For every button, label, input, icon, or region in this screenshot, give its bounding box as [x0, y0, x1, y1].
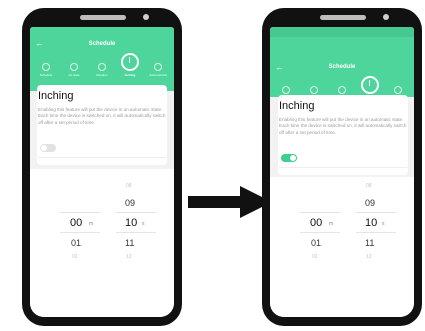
time-picker[interactable]: 08 09 00 m 10 s 01 11 02 12 — [30, 169, 174, 317]
feature-title: Inching — [279, 100, 315, 112]
feature-description: Enabling this feature will put the devic… — [38, 107, 166, 125]
inching-card: Inching Enabling this feature will put t… — [278, 95, 408, 175]
picker-seconds-above-1[interactable]: 09 — [365, 198, 375, 208]
inching-toggle[interactable] — [40, 144, 56, 152]
tab-random[interactable]: Random — [88, 61, 116, 77]
picker-minutes-selected[interactable]: 00 — [70, 217, 82, 229]
picker-minutes-below-1[interactable]: 01 — [71, 238, 81, 248]
timer-icon — [338, 86, 346, 94]
picker-minutes-selected[interactable]: 00 — [310, 217, 322, 229]
tab-label: Schedule — [39, 73, 53, 77]
speaker-grille — [80, 15, 126, 20]
minutes-unit: m — [329, 221, 334, 227]
tab-label: Inching — [124, 73, 136, 77]
tab-inching[interactable]: Inching — [116, 53, 144, 77]
divider — [38, 157, 166, 158]
header-title: Schedule — [328, 64, 356, 70]
selection-line — [300, 232, 340, 233]
feature-title: Inching — [38, 90, 74, 102]
picker-seconds-selected[interactable]: 10 — [125, 217, 137, 229]
front-camera — [143, 14, 149, 20]
selection-line — [116, 212, 156, 213]
tab-astronomical[interactable]: Astronomical — [144, 61, 172, 77]
app-header: ← Schedule Schedule Cir.ulate Random Inc — [30, 27, 174, 91]
tab-circulate[interactable]: Cir.ulate — [60, 61, 88, 77]
selection-line — [116, 232, 156, 233]
seconds-unit: s — [382, 221, 385, 227]
picker-minutes-below-2[interactable]: 02 — [72, 254, 78, 260]
feature-description: Enabling this feature will put the devic… — [279, 117, 407, 135]
toggle-knob — [41, 145, 47, 151]
phone-before: ← Schedule Schedule Cir.ulate Random Inc — [22, 8, 182, 326]
tab-schedule[interactable]: Schedule — [32, 61, 60, 77]
inching-card: Inching Enabling this feature will put t… — [37, 85, 167, 165]
time-picker[interactable]: 08 09 00 m 10 s 01 11 02 12 — [270, 177, 414, 317]
sun-icon — [394, 86, 402, 94]
app-header: ← Schedule Schedule Cir.ulate Random Inc — [270, 37, 414, 100]
inching-toggle[interactable] — [281, 154, 297, 162]
picker-seconds-below-1[interactable]: 11 — [125, 238, 134, 248]
clock-icon — [42, 63, 50, 71]
picker-seconds-below-1[interactable]: 11 — [365, 238, 374, 248]
picker-seconds-below-2[interactable]: 12 — [126, 254, 132, 260]
picker-minutes-below-1[interactable]: 01 — [311, 238, 321, 248]
selection-line — [356, 212, 396, 213]
divider — [279, 167, 407, 168]
header-title: Schedule — [88, 41, 116, 47]
app-screen: ← Schedule Schedule Cir.ulate Random Inc — [270, 27, 414, 317]
status-bar — [270, 27, 414, 37]
stopwatch-icon — [361, 76, 379, 94]
transition-arrow-shaft — [188, 196, 242, 208]
front-camera — [383, 14, 389, 20]
picker-seconds-above-2[interactable]: 08 — [366, 183, 372, 189]
minutes-unit: m — [89, 221, 94, 227]
sun-icon — [154, 63, 162, 71]
selection-line — [356, 232, 396, 233]
picker-seconds-below-2[interactable]: 12 — [366, 254, 372, 260]
hourglass-icon — [310, 86, 318, 94]
picker-seconds-selected[interactable]: 10 — [365, 217, 377, 229]
stopwatch-icon — [121, 53, 139, 71]
schedule-tabs: Schedule Cir.ulate Random Inching Astron… — [30, 53, 174, 87]
tab-label: Random — [96, 73, 108, 77]
selection-line — [300, 212, 340, 213]
seconds-unit: s — [142, 221, 145, 227]
app-screen: ← Schedule Schedule Cir.ulate Random Inc — [30, 27, 174, 317]
hourglass-icon — [70, 63, 78, 71]
selection-line — [60, 212, 100, 213]
tab-label: Cir.ulate — [68, 73, 80, 77]
tab-label: Astronomical — [149, 73, 167, 77]
clock-icon — [282, 86, 290, 94]
picker-minutes-below-2[interactable]: 02 — [312, 254, 318, 260]
timer-icon — [98, 63, 106, 71]
selection-line — [60, 232, 100, 233]
picker-seconds-above-1[interactable]: 09 — [125, 198, 135, 208]
toggle-knob — [290, 155, 296, 161]
picker-seconds-above-2[interactable]: 08 — [126, 183, 132, 189]
speaker-grille — [320, 15, 366, 20]
phone-after: ← Schedule Schedule Cir.ulate Random Inc — [262, 8, 422, 326]
